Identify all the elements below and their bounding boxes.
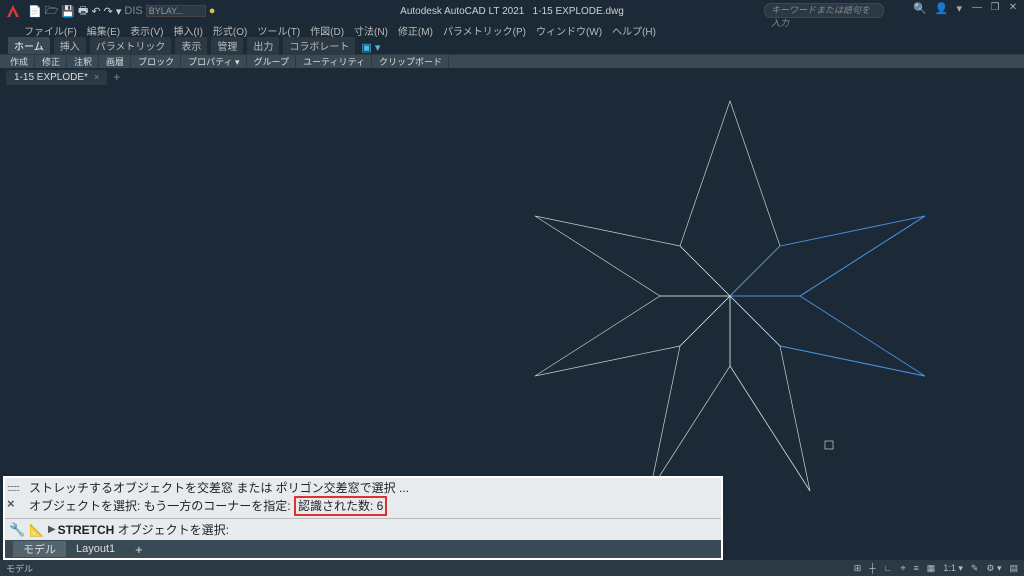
panel-modify[interactable]: 修正 (36, 55, 67, 68)
status-ortho-icon[interactable]: ∟ (884, 563, 893, 573)
command-history-line2: オブジェクトを選択: もう一方のコーナーを指定: 認識された数: 6 (29, 496, 717, 516)
window-controls: — ❐ ✕ (970, 2, 1020, 13)
status-left-label[interactable]: モデル (6, 562, 33, 575)
tab-insert[interactable]: 挿入 (54, 37, 86, 54)
doc-tab-close-icon[interactable]: × (94, 72, 99, 82)
menu-draw[interactable]: 作図(D) (310, 23, 344, 38)
qat-save-icon[interactable]: 💾 (61, 5, 75, 18)
tab-parametric[interactable]: パラメトリック (90, 37, 172, 54)
menu-tools[interactable]: ツール(T) (257, 23, 300, 38)
status-osnap-icon[interactable]: ⌖ (900, 563, 905, 574)
command-grip-icon[interactable]: :::::::: (7, 480, 19, 496)
recognized-count-highlight: 認識された数: 6 (294, 496, 387, 516)
menu-file[interactable]: ファイル(F) (24, 23, 77, 38)
panel-group[interactable]: グループ (248, 55, 296, 68)
panel-utilities[interactable]: ユーティリティ (297, 55, 372, 68)
title-right-icons: 🔍 👤 ▾ (913, 2, 962, 15)
layout-tab-model[interactable]: モデル (13, 541, 66, 557)
status-menu-icon[interactable]: ▤ (1009, 563, 1018, 574)
panel-clipboard[interactable]: クリップボード (373, 55, 449, 68)
search-icon[interactable]: 🔍 (913, 2, 927, 15)
doc-tab[interactable]: 1-15 EXPLODE* × (6, 70, 107, 85)
layout-tab-add-icon[interactable]: + (125, 542, 153, 557)
command-input-icon: 📐 (29, 523, 44, 537)
tab-manage[interactable]: 管理 (211, 37, 243, 54)
quick-access-toolbar: 📄 🗁 💾 🖶 ↶ ↷ ▾ DIS BYLAY... ● (28, 2, 215, 21)
tab-output[interactable]: 出力 (247, 37, 279, 54)
titlebar: 📄 🗁 💾 🖶 ↶ ↷ ▾ DIS BYLAY... ● Autodesk Au… (0, 0, 1024, 22)
command-rest: オブジェクトを選択: (114, 523, 229, 537)
title-text: Autodesk AutoCAD LT 2021 1-15 EXPLODE.dw… (400, 6, 624, 17)
menu-modify[interactable]: 修正(M) (398, 23, 433, 38)
chevron-icon: ▶ (48, 524, 56, 535)
app-title: Autodesk AutoCAD LT 2021 (400, 6, 524, 17)
command-area: :::::::: × ストレッチするオブジェクトを交差窓 または ポリゴン交差窓… (3, 476, 723, 560)
layout-tabs: モデル Layout1 + (5, 540, 721, 558)
qat-open-icon[interactable]: 🗁 (45, 2, 59, 21)
drawing-canvas[interactable] (0, 86, 1024, 536)
status-bar: モデル ⊞ ┼ ∟ ⌖ ≡ ▦ 1:1 ▾ ✎ ⚙ ▾ ▤ (0, 560, 1024, 576)
status-grid2-icon[interactable]: ▦ (927, 563, 936, 574)
app-logo (4, 2, 22, 20)
menu-view[interactable]: 表示(V) (130, 23, 163, 38)
layout-tab-layout1[interactable]: Layout1 (66, 543, 125, 555)
tab-collaborate[interactable]: コラボレート (283, 37, 355, 54)
panel-layers[interactable]: 画層 (100, 55, 131, 68)
user-icon[interactable]: 👤 (935, 2, 949, 15)
status-annotation-icon[interactable]: ✎ (971, 563, 979, 574)
menu-edit[interactable]: 編集(E) (87, 23, 120, 38)
ribbon-panels: 作成 修正 注釈 画層 ブロック プロパティ ▾ グループ ユーティリティ クリ… (0, 54, 1024, 68)
qat-new-icon[interactable]: 📄 (28, 5, 42, 18)
command-prompt: STRETCH オブジェクトを選択: (58, 521, 229, 538)
tab-view[interactable]: 表示 (175, 37, 207, 54)
status-scale[interactable]: 1:1 ▾ (943, 563, 963, 574)
qat-print-icon[interactable]: 🖶 (78, 2, 88, 21)
panel-annotation[interactable]: 注釈 (68, 55, 99, 68)
panel-create[interactable]: 作成 (4, 55, 35, 68)
menu-bar: ファイル(F) 編集(E) 表示(V) 挿入(I) 形式(O) ツール(T) 作… (0, 22, 1024, 38)
search-input[interactable]: キーワードまたは語句を入力 (764, 3, 884, 18)
ribbon-tabs: ホーム 挿入 パラメトリック 表示 管理 出力 コラボレート ▣ ▾ (0, 38, 1024, 54)
menu-format[interactable]: 形式(O) (213, 23, 247, 38)
customize-icon[interactable]: 🔧 (9, 522, 25, 538)
panel-block[interactable]: ブロック (132, 55, 181, 68)
help-dropdown-icon[interactable]: ▾ (956, 2, 962, 15)
status-lineweight-icon[interactable]: ≡ (914, 563, 919, 573)
command-history-line1: ストレッチするオブジェクトを交差窓 または ポリゴン交差窓で選択 ... (29, 480, 717, 496)
menu-help[interactable]: ヘルプ(H) (612, 23, 656, 38)
menu-window[interactable]: ウィンドウ(W) (536, 23, 602, 38)
ribbon-extra-icon[interactable]: ▣ ▾ (361, 41, 380, 54)
command-history: :::::::: × ストレッチするオブジェクトを交差窓 または ポリゴン交差窓… (5, 478, 721, 518)
status-settings-icon[interactable]: ⚙ ▾ (986, 563, 1001, 574)
command-close-icon[interactable]: × (7, 496, 15, 512)
command-name: STRETCH (58, 523, 115, 537)
menu-parametric[interactable]: パラメトリック(P) (443, 23, 526, 38)
panel-properties[interactable]: プロパティ ▾ (182, 55, 246, 68)
layer-dropdown[interactable]: BYLAY... (146, 5, 206, 17)
maximize-button[interactable]: ❐ (988, 2, 1002, 13)
qat-more-icon[interactable]: ▾ (116, 5, 122, 18)
color-swatch-icon[interactable]: ● (209, 5, 216, 17)
menu-insert[interactable]: 挿入(I) (173, 23, 202, 38)
qat-undo-icon[interactable]: ↶ (91, 5, 100, 18)
tab-home[interactable]: ホーム (8, 37, 50, 54)
close-button[interactable]: ✕ (1006, 2, 1020, 13)
doc-tab-add-icon[interactable]: + (113, 70, 120, 84)
qat-dis-label: DIS (124, 5, 142, 17)
cmd-line2-prefix: オブジェクトを選択: もう一方のコーナーを指定: (29, 499, 294, 513)
doc-name: 1-15 EXPLODE.dwg (533, 6, 624, 17)
menu-dimension[interactable]: 寸法(N) (354, 23, 388, 38)
status-snap-icon[interactable]: ┼ (869, 563, 875, 573)
document-tabs: 1-15 EXPLODE* × + (0, 68, 1024, 86)
qat-redo-icon[interactable]: ↷ (104, 5, 113, 18)
command-line[interactable]: 🔧 📐 ▶ STRETCH オブジェクトを選択: (5, 518, 721, 540)
doc-tab-label: 1-15 EXPLODE* (14, 72, 88, 83)
status-grid-icon[interactable]: ⊞ (854, 563, 862, 574)
minimize-button[interactable]: — (970, 2, 984, 13)
